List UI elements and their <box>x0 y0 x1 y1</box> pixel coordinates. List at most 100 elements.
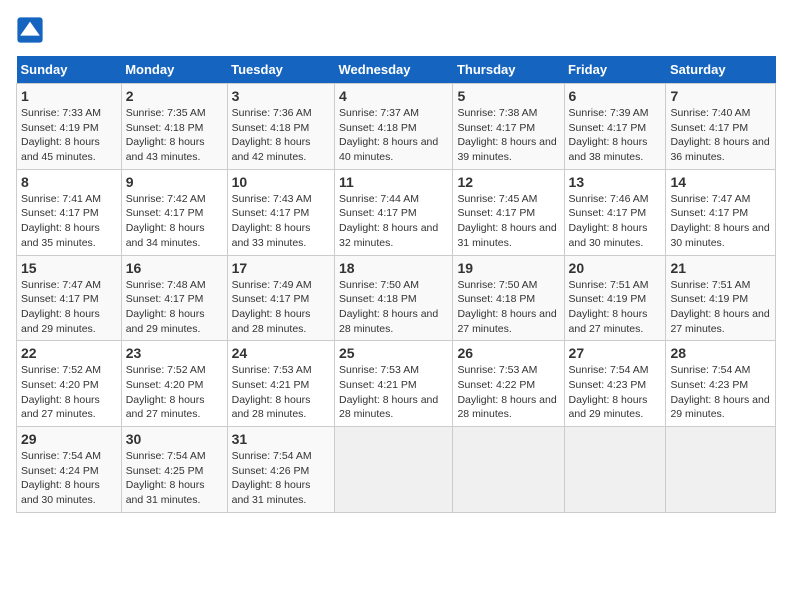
calendar-day-cell: 2 Sunrise: 7:35 AM Sunset: 4:18 PM Daylig… <box>121 84 227 170</box>
calendar-day-cell: 20 Sunrise: 7:51 AM Sunset: 4:19 PM Dayli… <box>564 255 666 341</box>
day-number: 30 <box>126 431 223 447</box>
calendar-day-cell: 7 Sunrise: 7:40 AM Sunset: 4:17 PM Daylig… <box>666 84 776 170</box>
day-info: Sunrise: 7:37 AM Sunset: 4:18 PM Dayligh… <box>339 106 448 165</box>
calendar-day-cell: 26 Sunrise: 7:53 AM Sunset: 4:22 PM Dayli… <box>453 341 564 427</box>
day-info: Sunrise: 7:50 AM Sunset: 4:18 PM Dayligh… <box>339 278 448 337</box>
day-info: Sunrise: 7:47 AM Sunset: 4:17 PM Dayligh… <box>670 192 771 251</box>
day-info: Sunrise: 7:54 AM Sunset: 4:24 PM Dayligh… <box>21 449 117 508</box>
day-info: Sunrise: 7:51 AM Sunset: 4:19 PM Dayligh… <box>670 278 771 337</box>
day-number: 21 <box>670 260 771 276</box>
calendar-day-cell: 22 Sunrise: 7:52 AM Sunset: 4:20 PM Dayli… <box>17 341 122 427</box>
calendar-day-cell: 29 Sunrise: 7:54 AM Sunset: 4:24 PM Dayli… <box>17 427 122 513</box>
day-of-week-header: Thursday <box>453 56 564 84</box>
day-number: 7 <box>670 88 771 104</box>
day-info: Sunrise: 7:33 AM Sunset: 4:19 PM Dayligh… <box>21 106 117 165</box>
day-info: Sunrise: 7:42 AM Sunset: 4:17 PM Dayligh… <box>126 192 223 251</box>
calendar-week-row: 8 Sunrise: 7:41 AM Sunset: 4:17 PM Daylig… <box>17 169 776 255</box>
logo <box>16 16 48 44</box>
calendar-day-cell: 25Sunrise: 7:53 AM Sunset: 4:21 PM Dayli… <box>334 341 452 427</box>
day-of-week-header: Monday <box>121 56 227 84</box>
day-info: Sunrise: 7:51 AM Sunset: 4:19 PM Dayligh… <box>569 278 662 337</box>
day-info: Sunrise: 7:48 AM Sunset: 4:17 PM Dayligh… <box>126 278 223 337</box>
calendar-week-row: 29 Sunrise: 7:54 AM Sunset: 4:24 PM Dayli… <box>17 427 776 513</box>
day-info: Sunrise: 7:41 AM Sunset: 4:17 PM Dayligh… <box>21 192 117 251</box>
day-of-week-header: Tuesday <box>227 56 334 84</box>
day-info: Sunrise: 7:44 AM Sunset: 4:17 PM Dayligh… <box>339 192 448 251</box>
day-number: 19 <box>457 260 559 276</box>
calendar-day-cell <box>666 427 776 513</box>
day-of-week-header: Wednesday <box>334 56 452 84</box>
calendar-day-cell: 3 Sunrise: 7:36 AM Sunset: 4:18 PM Daylig… <box>227 84 334 170</box>
calendar-week-row: 1Sunrise: 7:33 AM Sunset: 4:19 PM Daylig… <box>17 84 776 170</box>
day-number: 11 <box>339 174 448 190</box>
calendar-day-cell: 10 Sunrise: 7:43 AM Sunset: 4:17 PM Dayli… <box>227 169 334 255</box>
day-number: 9 <box>126 174 223 190</box>
calendar-day-cell: 12 Sunrise: 7:45 AM Sunset: 4:17 PM Dayli… <box>453 169 564 255</box>
page-header <box>16 16 776 44</box>
calendar-day-cell: 1Sunrise: 7:33 AM Sunset: 4:19 PM Daylig… <box>17 84 122 170</box>
day-info: Sunrise: 7:35 AM Sunset: 4:18 PM Dayligh… <box>126 106 223 165</box>
calendar-day-cell: 9 Sunrise: 7:42 AM Sunset: 4:17 PM Daylig… <box>121 169 227 255</box>
calendar-day-cell: 24Sunrise: 7:53 AM Sunset: 4:21 PM Dayli… <box>227 341 334 427</box>
day-of-week-header: Saturday <box>666 56 776 84</box>
day-number: 31 <box>232 431 330 447</box>
day-number: 26 <box>457 345 559 361</box>
day-info: Sunrise: 7:52 AM Sunset: 4:20 PM Dayligh… <box>126 363 223 422</box>
calendar-day-cell: 8 Sunrise: 7:41 AM Sunset: 4:17 PM Daylig… <box>17 169 122 255</box>
day-info: Sunrise: 7:52 AM Sunset: 4:20 PM Dayligh… <box>21 363 117 422</box>
day-number: 12 <box>457 174 559 190</box>
day-number: 6 <box>569 88 662 104</box>
calendar-day-cell: 17 Sunrise: 7:49 AM Sunset: 4:17 PM Dayli… <box>227 255 334 341</box>
day-number: 4 <box>339 88 448 104</box>
day-info: Sunrise: 7:53 AM Sunset: 4:21 PM Dayligh… <box>339 363 448 422</box>
calendar-day-cell: 27Sunrise: 7:54 AM Sunset: 4:23 PM Dayli… <box>564 341 666 427</box>
day-number: 17 <box>232 260 330 276</box>
calendar-day-cell: 19 Sunrise: 7:50 AM Sunset: 4:18 PM Dayli… <box>453 255 564 341</box>
day-number: 24 <box>232 345 330 361</box>
day-info: Sunrise: 7:54 AM Sunset: 4:23 PM Dayligh… <box>670 363 771 422</box>
calendar-day-cell <box>453 427 564 513</box>
day-info: Sunrise: 7:54 AM Sunset: 4:23 PM Dayligh… <box>569 363 662 422</box>
logo-icon <box>16 16 44 44</box>
calendar-table: SundayMondayTuesdayWednesdayThursdayFrid… <box>16 56 776 513</box>
calendar-day-cell: 28 Sunrise: 7:54 AM Sunset: 4:23 PM Dayli… <box>666 341 776 427</box>
day-number: 22 <box>21 345 117 361</box>
day-number: 15 <box>21 260 117 276</box>
day-info: Sunrise: 7:43 AM Sunset: 4:17 PM Dayligh… <box>232 192 330 251</box>
calendar-day-cell: 15 Sunrise: 7:47 AM Sunset: 4:17 PM Dayli… <box>17 255 122 341</box>
calendar-day-cell: 14Sunrise: 7:47 AM Sunset: 4:17 PM Dayli… <box>666 169 776 255</box>
day-info: Sunrise: 7:54 AM Sunset: 4:26 PM Dayligh… <box>232 449 330 508</box>
day-info: Sunrise: 7:36 AM Sunset: 4:18 PM Dayligh… <box>232 106 330 165</box>
calendar-week-row: 22 Sunrise: 7:52 AM Sunset: 4:20 PM Dayli… <box>17 341 776 427</box>
calendar-day-cell <box>334 427 452 513</box>
day-number: 28 <box>670 345 771 361</box>
day-info: Sunrise: 7:45 AM Sunset: 4:17 PM Dayligh… <box>457 192 559 251</box>
day-of-week-header: Sunday <box>17 56 122 84</box>
day-info: Sunrise: 7:39 AM Sunset: 4:17 PM Dayligh… <box>569 106 662 165</box>
day-number: 29 <box>21 431 117 447</box>
day-number: 18 <box>339 260 448 276</box>
day-number: 10 <box>232 174 330 190</box>
day-info: Sunrise: 7:50 AM Sunset: 4:18 PM Dayligh… <box>457 278 559 337</box>
calendar-header-row: SundayMondayTuesdayWednesdayThursdayFrid… <box>17 56 776 84</box>
calendar-day-cell: 13Sunrise: 7:46 AM Sunset: 4:17 PM Dayli… <box>564 169 666 255</box>
calendar-day-cell: 16 Sunrise: 7:48 AM Sunset: 4:17 PM Dayli… <box>121 255 227 341</box>
calendar-week-row: 15 Sunrise: 7:47 AM Sunset: 4:17 PM Dayli… <box>17 255 776 341</box>
calendar-day-cell: 31 Sunrise: 7:54 AM Sunset: 4:26 PM Dayli… <box>227 427 334 513</box>
day-info: Sunrise: 7:49 AM Sunset: 4:17 PM Dayligh… <box>232 278 330 337</box>
day-info: Sunrise: 7:53 AM Sunset: 4:22 PM Dayligh… <box>457 363 559 422</box>
calendar-day-cell: 21 Sunrise: 7:51 AM Sunset: 4:19 PM Dayli… <box>666 255 776 341</box>
day-number: 20 <box>569 260 662 276</box>
day-of-week-header: Friday <box>564 56 666 84</box>
day-number: 16 <box>126 260 223 276</box>
calendar-day-cell: 18 Sunrise: 7:50 AM Sunset: 4:18 PM Dayli… <box>334 255 452 341</box>
day-number: 2 <box>126 88 223 104</box>
calendar-day-cell: 5Sunrise: 7:38 AM Sunset: 4:17 PM Daylig… <box>453 84 564 170</box>
day-info: Sunrise: 7:47 AM Sunset: 4:17 PM Dayligh… <box>21 278 117 337</box>
calendar-day-cell: 11 Sunrise: 7:44 AM Sunset: 4:17 PM Dayli… <box>334 169 452 255</box>
day-info: Sunrise: 7:40 AM Sunset: 4:17 PM Dayligh… <box>670 106 771 165</box>
day-number: 3 <box>232 88 330 104</box>
day-number: 23 <box>126 345 223 361</box>
calendar-day-cell: 4 Sunrise: 7:37 AM Sunset: 4:18 PM Daylig… <box>334 84 452 170</box>
day-number: 8 <box>21 174 117 190</box>
